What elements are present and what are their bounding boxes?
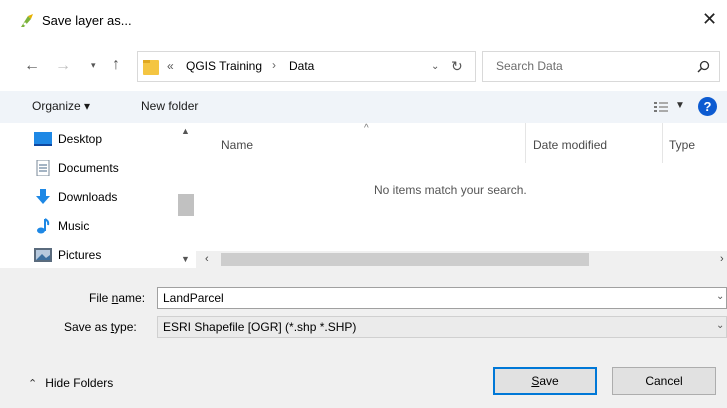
column-header-date-modified[interactable]: Date modified <box>533 138 607 152</box>
chevron-up-icon: ⌃ <box>28 377 38 390</box>
nav-item-label: Pictures <box>58 248 102 262</box>
hide-folders-button[interactable]: ⌃ Hide Folders <box>28 376 113 390</box>
qgis-logo-icon <box>21 14 33 27</box>
sort-indicator-icon: ^ <box>364 123 369 134</box>
title-bar: Save layer as... ✕ <box>0 0 727 42</box>
scroll-left-icon[interactable]: ‹ <box>205 253 209 265</box>
back-arrow-icon[interactable]: ← <box>24 57 40 75</box>
hide-folders-label: Hide Folders <box>45 376 114 390</box>
new-folder-button[interactable]: New folder <box>141 99 198 113</box>
filename-label: File name: <box>89 291 146 305</box>
nav-item-label: Desktop <box>58 132 103 146</box>
savetype-label: Save as type: <box>64 320 137 334</box>
breadcrumb-overflow[interactable]: « <box>167 59 174 73</box>
empty-message: No items match your search. <box>374 183 527 197</box>
scroll-down-icon[interactable]: ▼ <box>181 254 190 264</box>
save-button[interactable]: Save <box>493 367 597 395</box>
filename-dropdown-icon[interactable]: ⌄ <box>716 291 724 302</box>
music-icon <box>34 218 52 234</box>
address-dropdown-icon[interactable]: ⌄ <box>431 61 439 72</box>
search-icon[interactable] <box>697 60 710 73</box>
column-header-type[interactable]: Type <box>669 138 695 152</box>
folder-icon <box>143 60 159 75</box>
search-placeholder: Search Data <box>496 59 563 73</box>
organize-button[interactable]: Organize ▾ <box>32 99 90 113</box>
up-arrow-icon[interactable]: ↑ <box>112 56 120 74</box>
column-header-name[interactable]: Name <box>221 138 253 152</box>
breadcrumb-separator: › <box>272 58 276 72</box>
close-button[interactable]: ✕ <box>702 9 717 30</box>
column-divider <box>662 123 663 163</box>
breadcrumb-qgis-training[interactable]: QGIS Training <box>186 59 262 73</box>
savetype-dropdown-icon[interactable]: ⌄ <box>716 320 724 331</box>
desktop-icon <box>34 131 52 147</box>
column-divider <box>525 123 526 163</box>
cancel-button-label: Cancel <box>645 374 683 388</box>
nav-item-pictures[interactable]: Pictures <box>34 244 101 266</box>
toolbar: Organize ▾ New folder ▼ ? <box>0 91 727 123</box>
downloads-icon <box>34 189 52 205</box>
scroll-right-icon[interactable]: › <box>720 253 724 265</box>
view-options-icon[interactable] <box>654 101 668 113</box>
breadcrumb-data[interactable]: Data <box>289 59 314 73</box>
nav-item-label: Downloads <box>58 190 118 204</box>
view-dropdown-icon[interactable]: ▼ <box>675 100 685 111</box>
forward-arrow-icon[interactable]: → <box>55 57 71 75</box>
savetype-select[interactable]: ESRI Shapefile [OGR] (*.shp *.SHP) ⌄ <box>157 316 727 338</box>
save-button-label: Save <box>531 374 559 388</box>
nav-item-desktop[interactable]: Desktop <box>34 128 102 150</box>
horizontal-scrollbar-thumb[interactable] <box>221 253 589 266</box>
navigation-pane: Desktop Documents Downloads Music Pictur… <box>0 123 194 268</box>
help-icon[interactable]: ? <box>698 97 717 116</box>
cancel-button[interactable]: Cancel <box>612 367 716 395</box>
recent-chevron-icon[interactable]: ▾ <box>91 60 96 71</box>
nav-scrollbar-thumb[interactable] <box>178 194 194 216</box>
search-input[interactable]: Search Data <box>482 51 720 82</box>
nav-item-documents[interactable]: Documents <box>34 157 119 179</box>
address-bar[interactable]: « QGIS Training › Data ⌄ ↻ <box>137 51 476 82</box>
filename-input[interactable]: LandParcel ⌄ <box>157 287 727 309</box>
nav-item-downloads[interactable]: Downloads <box>34 186 117 208</box>
window-title: Save layer as... <box>42 13 132 28</box>
savetype-value: ESRI Shapefile [OGR] (*.shp *.SHP) <box>163 320 357 334</box>
documents-icon <box>34 160 52 176</box>
refresh-icon[interactable]: ↻ <box>451 58 463 75</box>
nav-item-music[interactable]: Music <box>34 215 89 237</box>
pictures-icon <box>34 247 52 263</box>
nav-item-label: Documents <box>58 161 119 175</box>
filename-value: LandParcel <box>163 291 224 305</box>
scroll-up-icon[interactable]: ▲ <box>181 126 190 136</box>
nav-item-label: Music <box>58 219 90 233</box>
